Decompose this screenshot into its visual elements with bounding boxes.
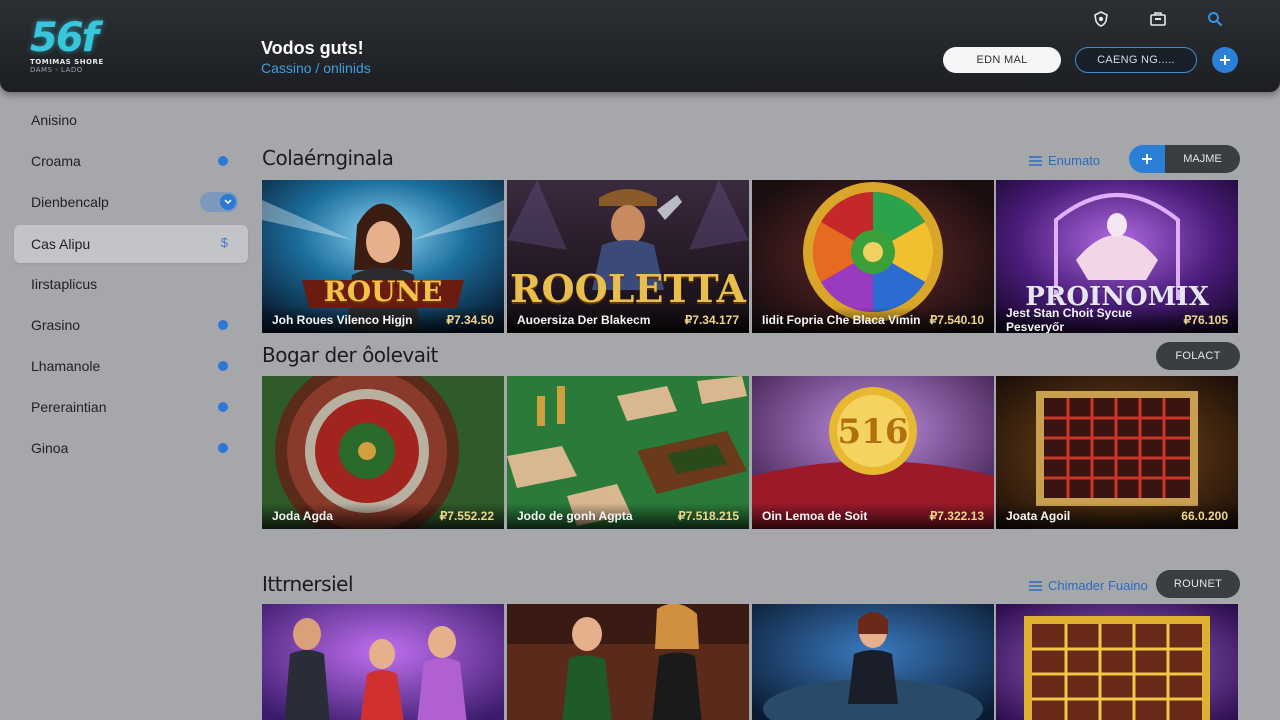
game-thumbnail bbox=[262, 604, 504, 720]
game-card[interactable] bbox=[262, 604, 504, 720]
sidebar-item-label: Iirstaplicus bbox=[31, 276, 98, 292]
game-name: Iidit Fopria Che Blaca Vimin bbox=[762, 313, 921, 327]
game-price: ₽7.34.177 bbox=[684, 313, 739, 327]
top-header: 56f TOMIMAS SHORE DAMS - LADO Vodos guts… bbox=[0, 0, 1280, 92]
game-name: Oin Lemoa de Soit bbox=[762, 509, 868, 523]
game-card[interactable] bbox=[996, 604, 1238, 720]
sidebar-item-label: Dienbencalp bbox=[31, 194, 109, 210]
game-card[interactable] bbox=[752, 604, 994, 720]
game-name: Jodo de gonh Agpta bbox=[517, 509, 633, 523]
sidebar-item-label: Cas Alipu bbox=[31, 236, 91, 252]
game-name: Joda Agda bbox=[272, 509, 333, 523]
status-dot bbox=[218, 320, 228, 330]
plus-icon[interactable] bbox=[1212, 47, 1238, 73]
page-title: Vodos guts! bbox=[261, 38, 364, 58]
game-thumbnail bbox=[996, 604, 1238, 720]
sidebar-item-anisino[interactable]: Anisino bbox=[14, 101, 248, 139]
game-card[interactable]: Jodo de gonh Agpta ₽7.518.215 bbox=[507, 376, 749, 529]
card-caption: Joh Roues Vilenco Higjn ₽7.34.50 bbox=[262, 307, 504, 333]
game-name: Joata Agoil bbox=[1006, 509, 1071, 523]
sidebar-item-grasino[interactable]: Grasino bbox=[14, 306, 248, 344]
game-name: Joh Roues Vilenco Higjn bbox=[272, 313, 413, 327]
sidebar-item-label: Grasino bbox=[31, 317, 81, 333]
game-price: ₽7.518.215 bbox=[677, 509, 739, 523]
sidebar-item-dienbencalp[interactable]: Dienbencalp bbox=[14, 183, 248, 221]
sidebar-item-label: Ginoa bbox=[31, 440, 69, 456]
card-caption: Oin Lemoa de Soit ₽7.322.13 bbox=[752, 503, 994, 529]
section-link-label: Chimader Fuaino bbox=[1048, 578, 1148, 593]
game-card[interactable]: 516 Oin Lemoa de Soit ₽7.322.13 bbox=[752, 376, 994, 529]
card-caption: Iidit Fopria Che Blaca Vimin ₽7.540.10 bbox=[752, 307, 994, 333]
sidebar-item-pereraintian[interactable]: Pereraintian bbox=[14, 388, 248, 426]
card-caption: Auoersiza Der Blakecm ₽7.34.177 bbox=[507, 307, 749, 333]
sidebar-item-ginoa[interactable]: Ginoa bbox=[14, 429, 248, 467]
game-logo-text: ROOLETTA bbox=[509, 266, 747, 311]
card-caption: Jest Stan Choit Sycue Pesveryőr ₽76.105 bbox=[996, 306, 1238, 333]
section-link-label: Enumato bbox=[1048, 153, 1101, 168]
game-price: ₽7.552.22 bbox=[439, 509, 494, 523]
sidebar: Anisino Croama Dienbencalp Cas Alipu $ I… bbox=[0, 92, 248, 720]
sidebar-item-label: Lhamanole bbox=[31, 358, 101, 374]
chevron-down-icon bbox=[220, 194, 236, 210]
game-price: ₽7.34.50 bbox=[446, 313, 494, 327]
shield-icon[interactable] bbox=[1090, 8, 1112, 30]
card-caption: Jodo de gonh Agpta ₽7.518.215 bbox=[507, 503, 749, 529]
email-button[interactable]: EDN MAL bbox=[943, 47, 1061, 73]
game-card[interactable] bbox=[507, 604, 749, 720]
game-price: ₽7.540.10 bbox=[929, 313, 984, 327]
game-thumbnail bbox=[752, 604, 994, 720]
game-thumbnail bbox=[507, 604, 749, 720]
logo-line-1: TOMIMAS SHORE bbox=[30, 58, 104, 66]
sidebar-item-lhamanole[interactable]: Lhamanole bbox=[14, 347, 248, 385]
game-logo-text: 516 bbox=[837, 412, 909, 452]
brand-logo[interactable]: 56f TOMIMAS SHORE DAMS - LADO bbox=[30, 18, 114, 80]
game-card[interactable]: Joda Agda ₽7.552.22 bbox=[262, 376, 504, 529]
game-price: ₽76.105 bbox=[1183, 313, 1228, 327]
sidebar-item-label: Anisino bbox=[31, 112, 77, 128]
sidebar-item-iirstaplicus[interactable]: Iirstaplicus bbox=[14, 265, 248, 303]
section-button[interactable]: FOLACT bbox=[1156, 342, 1240, 370]
dollar-icon: $ bbox=[220, 235, 228, 250]
game-name: Auoersiza Der Blakecm bbox=[517, 313, 651, 327]
game-logo-text: ROUNE bbox=[323, 275, 443, 308]
briefcase-icon[interactable] bbox=[1147, 8, 1169, 30]
game-card[interactable]: ROUNE Joh Roues Vilenco Higjn ₽7.34.50 bbox=[262, 180, 504, 333]
casino-button[interactable]: CAENG NG..... bbox=[1075, 47, 1197, 73]
status-dot bbox=[218, 402, 228, 412]
card-caption: Joata Agoil 66.0.200 bbox=[996, 503, 1238, 529]
section-toggle[interactable]: MAJME bbox=[1129, 145, 1240, 173]
search-icon[interactable] bbox=[1204, 8, 1226, 30]
game-card[interactable]: PROINOMIX Jest Stan Choit Sycue Pesveryő… bbox=[996, 180, 1238, 333]
section-button[interactable]: MAJME bbox=[1165, 145, 1240, 173]
list-icon bbox=[1029, 580, 1042, 591]
section-title: Ittrnersiel bbox=[262, 572, 354, 596]
logo-mark: 56f bbox=[30, 15, 99, 61]
sidebar-item-croama[interactable]: Croama bbox=[14, 142, 248, 180]
game-name: Jest Stan Choit Sycue Pesveryőr bbox=[1006, 306, 1133, 333]
game-price: 66.0.200 bbox=[1181, 509, 1228, 523]
section-title: Bogar der ôolevait bbox=[262, 343, 438, 367]
page-subtitle[interactable]: Cassino / onlinids bbox=[261, 60, 371, 76]
list-icon bbox=[1029, 155, 1042, 166]
plus-icon[interactable] bbox=[1129, 145, 1165, 173]
game-card[interactable]: Joata Agoil 66.0.200 bbox=[996, 376, 1238, 529]
status-dot bbox=[218, 361, 228, 371]
status-dot bbox=[218, 156, 228, 166]
card-caption: Joda Agda ₽7.552.22 bbox=[262, 503, 504, 529]
game-card[interactable]: Iidit Fopria Che Blaca Vimin ₽7.540.10 bbox=[752, 180, 994, 333]
sidebar-item-label: Croama bbox=[31, 153, 81, 169]
logo-line-2: DAMS - LADO bbox=[30, 66, 83, 74]
section-button[interactable]: ROUNET bbox=[1156, 570, 1240, 598]
toggle-switch[interactable] bbox=[200, 192, 238, 212]
section-link[interactable]: Chimader Fuaino bbox=[1029, 578, 1148, 593]
section-link[interactable]: Enumato bbox=[1029, 153, 1100, 168]
sidebar-item-cas-alipu[interactable]: Cas Alipu $ bbox=[14, 225, 248, 263]
game-card[interactable]: ROOLETTA Auoersiza Der Blakecm ₽7.34.177 bbox=[507, 180, 749, 333]
status-dot bbox=[218, 443, 228, 453]
game-price: ₽7.322.13 bbox=[929, 509, 984, 523]
section-title: Colaérnginala bbox=[262, 146, 394, 170]
sidebar-item-label: Pereraintian bbox=[31, 399, 107, 415]
